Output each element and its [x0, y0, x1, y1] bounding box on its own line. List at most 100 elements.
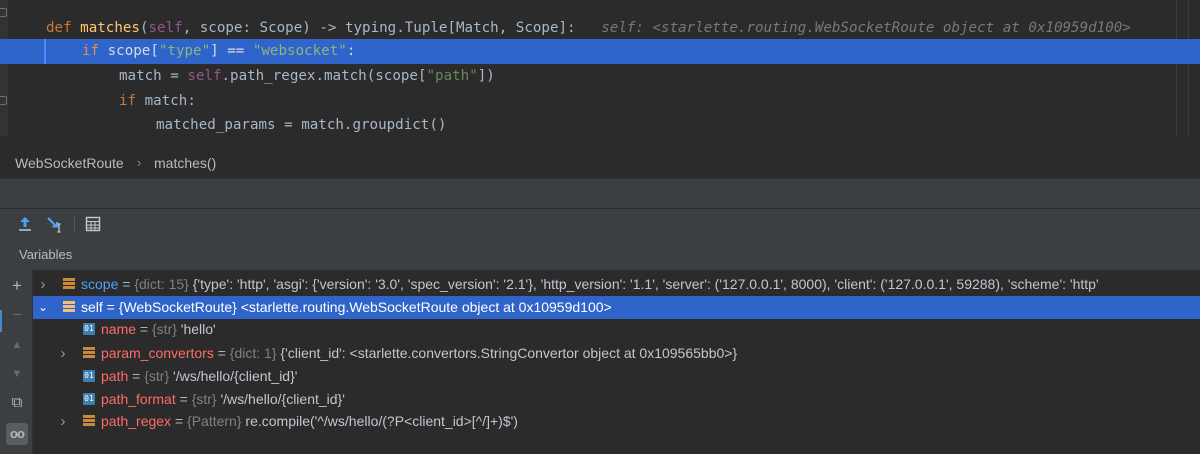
variable-equals: = [118, 276, 135, 292]
field-type-icon [63, 278, 75, 290]
primitive-type-icon: 01 [83, 370, 95, 382]
code-token: matched_params = match.groupdict() [156, 117, 447, 133]
variable-text: path_regex = {Pattern} re.compile('^/ws/… [101, 410, 518, 433]
code-token: "websocket" [252, 43, 347, 59]
copy-icon[interactable]: ⧉ [6, 392, 28, 414]
variable-equals: = [136, 321, 152, 337]
variable-equals: = [128, 368, 145, 384]
primitive-type-icon: 01 [83, 323, 95, 335]
step-out-icon[interactable] [15, 214, 35, 234]
evaluate-expression-icon[interactable] [83, 214, 103, 234]
field-type-icon [83, 415, 95, 427]
breadcrumb-method[interactable]: matches() [154, 148, 216, 178]
field-type-icon [63, 301, 75, 313]
execution-pointer [44, 39, 46, 64]
variable-row-name[interactable]: 01 name = {str} 'hello' [33, 318, 1200, 341]
variable-name: name [101, 321, 137, 337]
code-token: : [346, 43, 356, 59]
toolbar-separator [74, 216, 75, 232]
breadcrumb-class[interactable]: WebSocketRoute [15, 148, 124, 178]
variable-text: path = {str} '/ws/hello/{client_id}' [101, 365, 297, 388]
code-line-4[interactable]: if match: [0, 89, 1200, 114]
variable-text: scope = {dict: 15} {'type': 'http', 'asg… [81, 273, 1099, 296]
variable-text: self = {WebSocketRoute} <starlette.routi… [81, 296, 612, 319]
variable-type: {WebSocketRoute} [118, 299, 237, 315]
variable-text: param_convertors = {dict: 1} {'client_id… [101, 342, 737, 365]
variable-name: param_convertors [101, 345, 214, 361]
variable-name: path_regex [101, 413, 172, 429]
code-token: matches [80, 20, 140, 36]
variable-row-path[interactable]: 01 path = {str} '/ws/hello/{client_id}' [33, 365, 1200, 388]
variable-name: path_format [101, 391, 176, 407]
debug-toolbar [0, 208, 1200, 238]
code-token: "type" [158, 43, 211, 59]
code-token: ] == [210, 43, 253, 59]
variable-value: {'type': 'http', 'asgi': {'version': '3.… [188, 276, 1099, 292]
variable-equals: = [171, 413, 188, 429]
variable-value: re.compile('^/ws/hello/(?P<client_id>[^/… [241, 413, 518, 429]
collapse-arrow-icon[interactable]: ⌄ [37, 296, 49, 319]
code-token: def [46, 20, 81, 36]
variable-type: {Pattern} [187, 413, 242, 429]
variable-type: {dict: 15} [134, 276, 189, 292]
breadcrumb-separator: › [137, 155, 142, 170]
variable-row-param-convertors[interactable]: › param_convertors = {dict: 1} {'client_i… [33, 342, 1200, 365]
expand-arrow-icon[interactable]: › [57, 410, 69, 433]
variable-type: {str} [191, 391, 217, 407]
code-token: , scope: Scope) -> typing.Tuple[Match, S… [182, 20, 576, 36]
code-token: ]) [477, 68, 495, 84]
remove-watch-button[interactable]: − [6, 304, 28, 326]
primitive-type-icon: 01 [83, 393, 95, 405]
variable-text: name = {str} 'hello' [101, 318, 216, 341]
code-token: scope[ [107, 43, 159, 59]
variable-equals: = [102, 299, 119, 315]
code-editor[interactable]: def matches(self, scope: Scope) -> typin… [0, 0, 1200, 136]
variables-header: Variables [0, 238, 1200, 270]
variable-name: path [101, 368, 129, 384]
variable-row-scope[interactable]: › scope = {dict: 15} {'type': 'http', 'as… [33, 273, 1200, 296]
code-line-3[interactable]: match = self.path_regex.match(scope["pat… [0, 64, 1200, 89]
breadcrumb: WebSocketRoute › matches() [0, 148, 1200, 178]
code-token: "path" [426, 68, 478, 84]
variable-row-self[interactable]: ⌄ self = {WebSocketRoute} <starlette.rout… [33, 296, 1200, 319]
variable-row-path-format[interactable]: 01 path_format = {str} '/ws/hello/{client… [33, 388, 1200, 411]
variable-value: '/ws/hello/{client_id}' [216, 391, 345, 407]
run-to-cursor-icon[interactable] [45, 214, 65, 234]
variable-row-path-regex[interactable]: › path_regex = {Pattern} re.compile('^/ws… [33, 410, 1200, 433]
variable-type: {dict: 1} [229, 345, 277, 361]
move-up-button[interactable]: ▲ [6, 334, 28, 356]
code-token: match: [144, 93, 196, 109]
variable-equals: = [175, 391, 192, 407]
code-token: match = [119, 68, 188, 84]
variable-type: {str} [152, 321, 177, 337]
variable-text: path_format = {str} '/ws/hello/{client_i… [101, 388, 345, 411]
variable-name: self [81, 299, 103, 315]
active-marker [0, 310, 2, 332]
move-down-button[interactable]: ▼ [6, 363, 28, 385]
variable-value: '/ws/hello/{client_id}' [169, 368, 298, 384]
code-token: self [148, 20, 183, 36]
field-type-icon [83, 347, 95, 359]
variables-side-toolbar: + − ▲ ▼ ⧉ oo [0, 270, 33, 454]
code-line-current-execution[interactable]: if scope["type"] == "websocket": [0, 39, 1200, 64]
show-watches-icon[interactable]: oo [6, 423, 28, 445]
variable-value: 'hello' [176, 321, 216, 337]
code-token: ( [139, 20, 149, 36]
code-token: self [187, 68, 222, 84]
code-line-5[interactable]: matched_params = match.groupdict() [0, 113, 1200, 136]
variable-equals: = [213, 345, 230, 361]
code-token: if [119, 93, 145, 109]
variable-value: <starlette.routing.WebSocketRoute object… [236, 299, 612, 315]
debug-panel-header [0, 178, 1200, 208]
expand-arrow-icon[interactable]: › [57, 342, 69, 365]
variable-type: {str} [144, 368, 170, 384]
variable-value: {'client_id': <starlette.convertors.Stri… [276, 345, 738, 361]
variables-title: Variables [19, 247, 73, 262]
add-watch-button[interactable]: + [6, 275, 28, 297]
expand-arrow-icon[interactable]: › [37, 273, 49, 296]
variables-tree[interactable]: › scope = {dict: 15} {'type': 'http', 'as… [33, 270, 1200, 454]
inline-debug-value: self: <starlette.routing.WebSocketRoute … [575, 20, 1131, 36]
code-line-1[interactable]: def matches(self, scope: Scope) -> typin… [0, 16, 1200, 41]
variable-name: scope [81, 276, 119, 292]
code-token: .path_regex.match(scope[ [221, 68, 427, 84]
